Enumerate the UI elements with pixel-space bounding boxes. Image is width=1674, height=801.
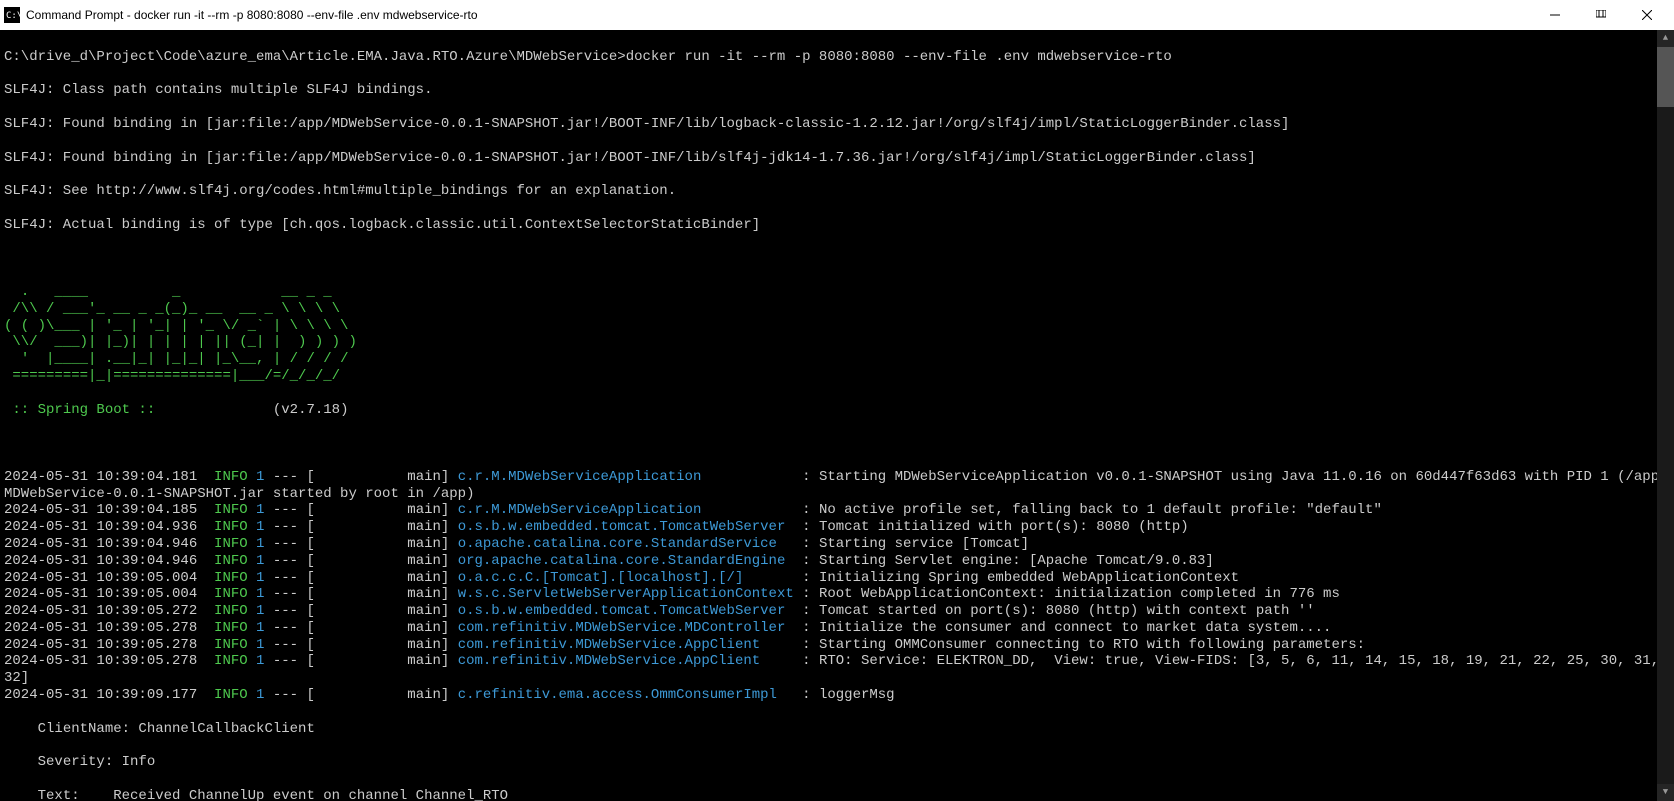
window-title: Command Prompt - docker run -it --rm -p … [26, 8, 478, 22]
scroll-up-button[interactable]: ▲ [1657, 30, 1674, 47]
prompt-line: C:\drive_d\Project\Code\azure_ema\Articl… [4, 49, 1670, 66]
log-line: 2024-05-31 10:39:04.936 INFO 1 --- [ mai… [4, 519, 1670, 536]
close-button[interactable] [1624, 0, 1670, 30]
log-lines: 2024-05-31 10:39:04.181 INFO 1 --- [ mai… [4, 469, 1670, 704]
window-titlebar: C:\ Command Prompt - docker run -it --rm… [0, 0, 1674, 30]
log-line: 2024-05-31 10:39:09.177 INFO 1 --- [ mai… [4, 687, 1670, 704]
spring-boot-version: :: Spring Boot :: (v2.7.18) [4, 402, 1670, 419]
cmd-icon: C:\ [4, 7, 20, 23]
slf4j-line: SLF4J: Actual binding is of type [ch.qos… [4, 217, 1670, 234]
svg-text:C:\: C:\ [6, 11, 20, 21]
log-line: 2024-05-31 10:39:05.272 INFO 1 --- [ mai… [4, 603, 1670, 620]
slf4j-line: SLF4J: See http://www.slf4j.org/codes.ht… [4, 183, 1670, 200]
scroll-down-button[interactable]: ▼ [1657, 784, 1674, 801]
log-line: 2024-05-31 10:39:05.278 INFO 1 --- [ mai… [4, 637, 1670, 654]
scrollbar-thumb[interactable] [1657, 47, 1674, 107]
spring-ascii-banner: . ____ _ __ _ _ /\\ / ___'_ __ _ _(_)_ _… [4, 284, 1670, 385]
logger-tail: ClientName: ChannelCallbackClient [4, 721, 1670, 738]
scrollbar[interactable]: ▲ ▼ [1657, 30, 1674, 801]
slf4j-line: SLF4J: Class path contains multiple SLF4… [4, 82, 1670, 99]
minimize-button[interactable] [1532, 0, 1578, 30]
log-line: 2024-05-31 10:39:04.185 INFO 1 --- [ mai… [4, 502, 1670, 519]
log-line: 2024-05-31 10:39:05.278 INFO 1 --- [ mai… [4, 653, 1670, 687]
log-line: 2024-05-31 10:39:05.004 INFO 1 --- [ mai… [4, 586, 1670, 603]
slf4j-line: SLF4J: Found binding in [jar:file:/app/M… [4, 150, 1670, 167]
logger-tail: Severity: Info [4, 754, 1670, 771]
log-line: 2024-05-31 10:39:04.946 INFO 1 --- [ mai… [4, 536, 1670, 553]
log-line: 2024-05-31 10:39:05.278 INFO 1 --- [ mai… [4, 620, 1670, 637]
maximize-button[interactable] [1578, 0, 1624, 30]
window-controls [1532, 0, 1670, 30]
log-line: 2024-05-31 10:39:04.946 INFO 1 --- [ mai… [4, 553, 1670, 570]
log-line: 2024-05-31 10:39:04.181 INFO 1 --- [ mai… [4, 469, 1670, 503]
slf4j-line: SLF4J: Found binding in [jar:file:/app/M… [4, 116, 1670, 133]
log-line: 2024-05-31 10:39:05.004 INFO 1 --- [ mai… [4, 570, 1670, 587]
terminal-output[interactable]: C:\drive_d\Project\Code\azure_ema\Articl… [0, 30, 1674, 801]
logger-tail: Text: Received ChannelUp event on channe… [4, 788, 1670, 801]
